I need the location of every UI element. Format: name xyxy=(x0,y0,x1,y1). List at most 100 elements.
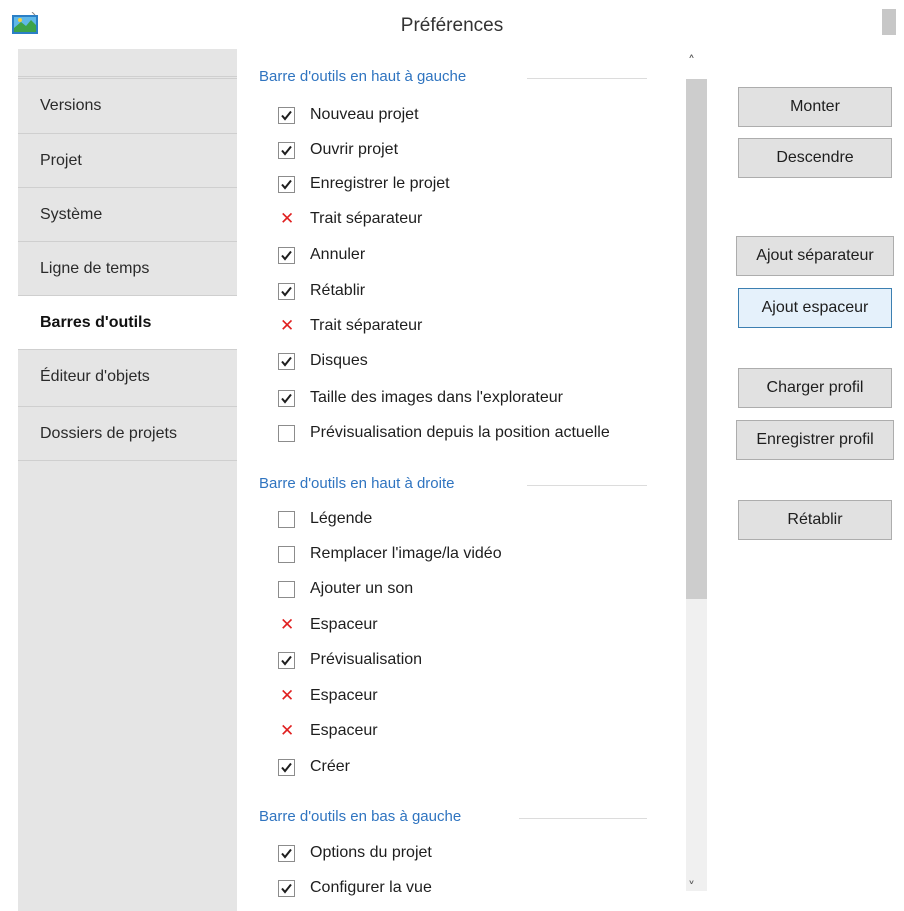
checkmark-icon xyxy=(281,848,292,859)
add-spacer-button[interactable]: Ajout espaceur xyxy=(738,288,892,328)
group-header: Barre d'outils en haut à droite xyxy=(259,475,455,492)
sidebar-bottom-divider xyxy=(18,460,237,461)
group-divider xyxy=(519,818,647,819)
list-item[interactable]: ✕ Trait séparateur xyxy=(278,208,682,232)
list-item-label: Nouveau projet xyxy=(310,106,419,123)
checkbox-checked[interactable] xyxy=(278,142,295,159)
sidebar-item-editeur-dobjets[interactable]: Éditeur d'objets xyxy=(18,349,237,403)
list-item[interactable]: Nouveau projet xyxy=(278,104,682,128)
checkbox-checked[interactable] xyxy=(278,845,295,862)
list-item[interactable]: Taille des images dans l'explorateur xyxy=(278,387,682,411)
list-item[interactable]: Configurer la vue xyxy=(278,877,682,901)
checkbox-unchecked[interactable] xyxy=(278,511,295,528)
window-scroll-thumb[interactable] xyxy=(882,9,896,35)
checkbox-unchecked[interactable] xyxy=(278,581,295,598)
group-header: Barre d'outils en bas à gauche xyxy=(259,808,462,825)
list-item[interactable]: Annuler xyxy=(278,244,682,268)
checkmark-icon xyxy=(281,250,292,261)
checkbox-checked[interactable] xyxy=(278,759,295,776)
title-bar[interactable]: Préférences xyxy=(0,0,904,49)
checkbox-unchecked[interactable] xyxy=(278,546,295,563)
cross-icon[interactable]: ✕ xyxy=(280,685,294,707)
checkbox-unchecked[interactable] xyxy=(278,425,295,442)
list-item[interactable]: Légende xyxy=(278,508,682,532)
sidebar-item-versions[interactable]: Versions xyxy=(18,78,237,132)
list-item[interactable]: ✕ Trait séparateur xyxy=(278,315,682,339)
sidebar-item-barres-doutils[interactable]: Barres d'outils xyxy=(18,295,237,349)
checkbox-checked[interactable] xyxy=(278,390,295,407)
list-item-label: Trait séparateur xyxy=(310,210,423,227)
group-header: Barre d'outils en haut à gauche xyxy=(259,68,467,85)
checkmark-icon xyxy=(281,286,292,297)
checkbox-checked[interactable] xyxy=(278,247,295,264)
list-item-label: Espaceur xyxy=(310,616,378,633)
list-item[interactable]: ✕ Espaceur xyxy=(278,685,682,709)
sidebar-top-divider xyxy=(18,76,237,77)
list-item-label: Prévisualisation depuis la position actu… xyxy=(310,424,610,441)
list-item[interactable]: Prévisualisation depuis la position actu… xyxy=(278,422,682,446)
checkbox-checked[interactable] xyxy=(278,283,295,300)
checkbox-checked[interactable] xyxy=(278,353,295,370)
toolbar-items-list[interactable]: Barre d'outils en haut à gauche Nouveau p… xyxy=(237,49,685,911)
list-item[interactable]: Ouvrir projet xyxy=(278,139,682,163)
checkbox-checked[interactable] xyxy=(278,107,295,124)
checkmark-icon xyxy=(281,356,292,367)
save-profile-button[interactable]: Enregistrer profil xyxy=(736,420,894,460)
checkmark-icon xyxy=(281,883,292,894)
list-item[interactable]: ✕ Espaceur xyxy=(278,614,682,638)
list-item-label: Taille des images dans l'explorateur xyxy=(310,389,563,406)
sidebar-item-ligne-de-temps[interactable]: Ligne de temps xyxy=(18,241,237,295)
cross-icon[interactable]: ✕ xyxy=(280,315,294,337)
list-item[interactable]: Remplacer l'image/la vidéo xyxy=(278,543,682,567)
load-profile-button[interactable]: Charger profil xyxy=(738,368,892,408)
list-item[interactable]: Disques xyxy=(278,350,682,374)
window-title: Préférences xyxy=(400,15,504,36)
list-item-label: Disques xyxy=(310,352,368,369)
checkbox-checked[interactable] xyxy=(278,880,295,897)
checkmark-icon xyxy=(281,145,292,156)
list-item[interactable]: Créer xyxy=(278,756,682,780)
list-item-label: Ouvrir projet xyxy=(310,141,399,158)
list-item-label: Configurer la vue xyxy=(310,879,432,896)
list-item-label: Trait séparateur xyxy=(310,317,423,334)
list-item-label: Espaceur xyxy=(310,722,378,739)
restore-button[interactable]: Rétablir xyxy=(738,500,892,540)
list-item-label: Légende xyxy=(310,510,373,527)
scroll-thumb[interactable] xyxy=(686,79,707,599)
group-divider xyxy=(527,78,647,79)
scroll-up-icon[interactable]: ˄ xyxy=(688,54,695,70)
checkmark-icon xyxy=(281,179,292,190)
list-item-label: Rétablir xyxy=(310,282,366,299)
sidebar: Versions Projet Système Ligne de temps B… xyxy=(18,49,237,911)
checkbox-checked[interactable] xyxy=(278,652,295,669)
move-down-button[interactable]: Descendre xyxy=(738,138,892,178)
list-item[interactable]: ✕ Espaceur xyxy=(278,720,682,744)
move-up-button[interactable]: Monter xyxy=(738,87,892,127)
checkmark-icon xyxy=(281,655,292,666)
list-item-label: Créer xyxy=(310,758,351,775)
checkmark-icon xyxy=(281,762,292,773)
list-item-label: Espaceur xyxy=(310,687,378,704)
list-item[interactable]: Options du projet xyxy=(278,842,682,866)
sidebar-item-projet[interactable]: Projet xyxy=(18,133,237,187)
sidebar-item-dossiers-de-projets[interactable]: Dossiers de projets xyxy=(18,406,237,460)
checkmark-icon xyxy=(281,393,292,404)
group-divider xyxy=(527,485,647,486)
add-separator-button[interactable]: Ajout séparateur xyxy=(736,236,894,276)
list-item[interactable]: Ajouter un son xyxy=(278,578,682,602)
sidebar-item-systeme[interactable]: Système xyxy=(18,187,237,241)
list-item-label: Options du projet xyxy=(310,844,432,861)
cross-icon[interactable]: ✕ xyxy=(280,720,294,742)
checkbox-checked[interactable] xyxy=(278,176,295,193)
list-item-label: Ajouter un son xyxy=(310,580,414,597)
list-item[interactable]: Rétablir xyxy=(278,280,682,304)
list-item-label: Prévisualisation xyxy=(310,651,423,668)
list-item-label: Remplacer l'image/la vidéo xyxy=(310,545,502,562)
cross-icon[interactable]: ✕ xyxy=(280,208,294,230)
list-item[interactable]: Prévisualisation xyxy=(278,649,682,673)
scroll-down-icon[interactable]: ˅ xyxy=(688,880,695,896)
list-item[interactable]: Enregistrer le projet xyxy=(278,173,682,197)
cross-icon[interactable]: ✕ xyxy=(280,614,294,636)
list-item-label: Annuler xyxy=(310,246,366,263)
list-item-label: Enregistrer le projet xyxy=(310,175,450,192)
